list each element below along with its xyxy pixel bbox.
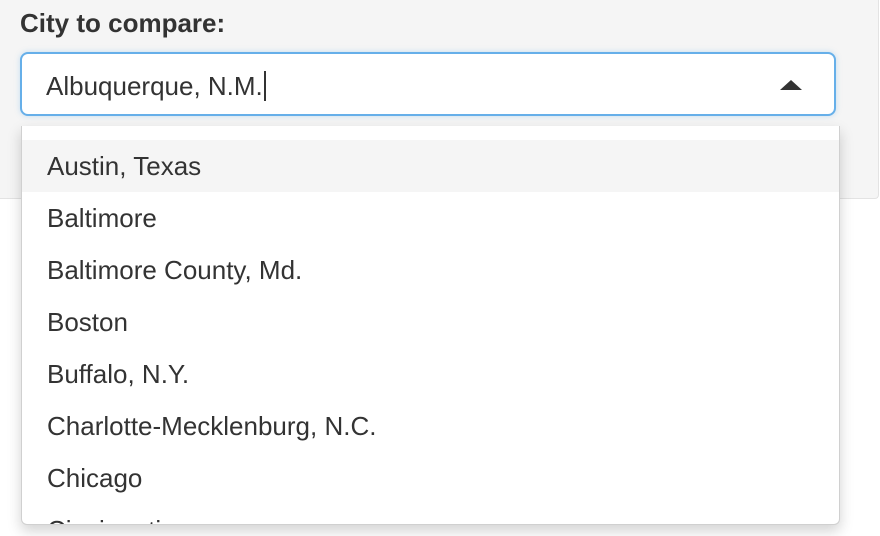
option-baltimore[interactable]: Baltimore bbox=[22, 192, 839, 244]
option-cincinnati[interactable]: Cincinnati bbox=[22, 504, 839, 524]
city-select[interactable]: Albuquerque, N.M. bbox=[20, 52, 836, 116]
text-cursor bbox=[263, 71, 266, 101]
option-austin-texas[interactable]: Austin, Texas bbox=[22, 140, 839, 192]
option-baltimore-county-md[interactable]: Baltimore County, Md. bbox=[22, 244, 839, 296]
option-atlanta[interactable]: Atlanta bbox=[22, 126, 839, 140]
option-boston[interactable]: Boston bbox=[22, 296, 839, 348]
city-dropdown-menu[interactable]: Atlanta Austin, Texas Baltimore Baltimor… bbox=[21, 126, 840, 525]
city-option-list: Atlanta Austin, Texas Baltimore Baltimor… bbox=[22, 126, 839, 524]
caret-up-icon[interactable] bbox=[780, 80, 802, 90]
option-charlotte-mecklenburg-nc[interactable]: Charlotte-Mecklenburg, N.C. bbox=[22, 400, 839, 452]
city-select-input[interactable]: Albuquerque, N.M. bbox=[46, 54, 266, 114]
city-compare-label: City to compare: bbox=[20, 8, 226, 38]
option-chicago[interactable]: Chicago bbox=[22, 452, 839, 504]
city-select-value: Albuquerque, N.M. bbox=[46, 71, 263, 101]
option-buffalo-ny[interactable]: Buffalo, N.Y. bbox=[22, 348, 839, 400]
